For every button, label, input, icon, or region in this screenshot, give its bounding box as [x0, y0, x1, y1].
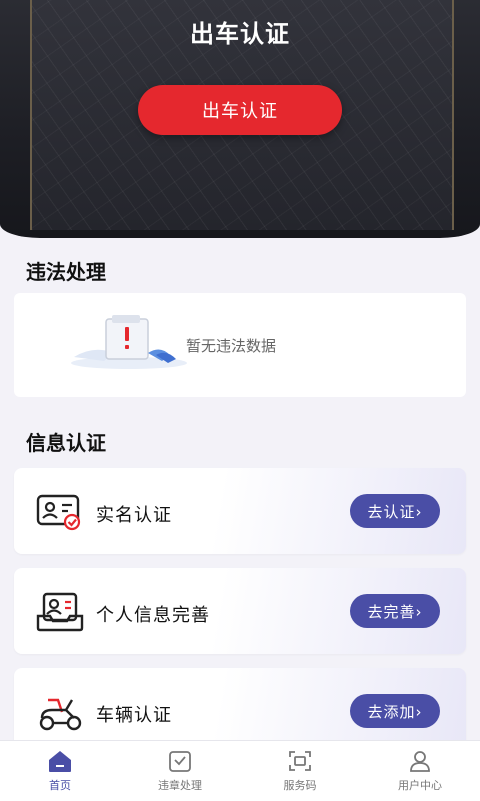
- empty-state-text: 暂无违法数据: [186, 337, 277, 355]
- tab-violation-label: 违章处理: [158, 779, 202, 792]
- real-name-label: 实名认证: [96, 505, 172, 526]
- scan-code-icon: [289, 751, 311, 771]
- tab-user-center[interactable]: 用户中心: [360, 741, 480, 801]
- violation-section-title: 违法处理: [26, 260, 106, 284]
- tab-service-code-label: 服务码: [283, 779, 317, 792]
- id-card-icon: [36, 494, 81, 531]
- info-card-personal-info[interactable]: 个人信息完善 去完善›: [14, 568, 466, 654]
- tab-home[interactable]: 首页: [0, 741, 120, 801]
- go-add-button[interactable]: 去添加›: [350, 694, 440, 728]
- profile-tray-icon: [36, 592, 84, 632]
- vehicle-certify-label: 车辆认证: [96, 705, 172, 726]
- personal-info-label: 个人信息完善: [96, 605, 210, 626]
- scooter-icon: [39, 698, 82, 731]
- go-certify-button[interactable]: 去认证›: [350, 494, 440, 528]
- tab-service-code[interactable]: 服务码: [240, 741, 360, 801]
- hero-banner: 出车认证 出车认证: [0, 0, 480, 238]
- empty-document-icon: [71, 315, 187, 369]
- go-complete-button[interactable]: 去完善›: [350, 594, 440, 628]
- tab-home-label: 首页: [49, 779, 71, 792]
- user-icon: [410, 751, 430, 772]
- ticket-check-icon: [169, 751, 191, 772]
- tab-user-center-label: 用户中心: [398, 779, 442, 792]
- info-card-real-name[interactable]: 实名认证 去认证›: [14, 468, 466, 554]
- bottom-tab-bar: 首页 违章处理 服务码 用户中心: [0, 740, 480, 801]
- tab-violation[interactable]: 违章处理: [120, 741, 240, 801]
- page-title: 出车认证: [190, 20, 290, 48]
- info-section-title: 信息认证: [26, 431, 106, 455]
- dispatch-certify-button[interactable]: 出车认证: [138, 85, 342, 135]
- violation-card: 暂无违法数据: [14, 293, 466, 397]
- home-icon: [49, 751, 71, 772]
